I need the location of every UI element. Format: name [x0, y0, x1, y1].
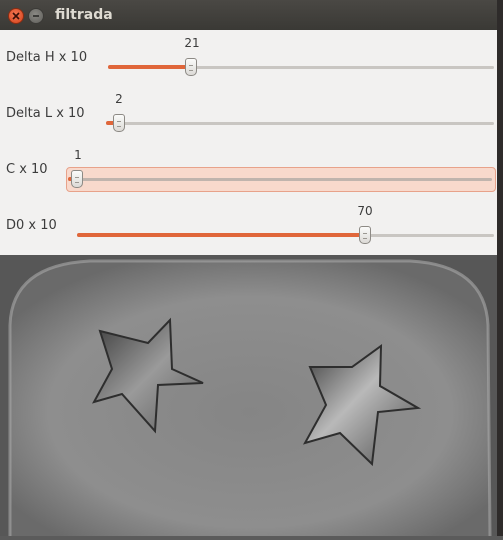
slider-thumb-delta-h[interactable] — [185, 58, 197, 76]
slider-value-delta-l: 2 — [115, 92, 123, 106]
slider-thumb-c[interactable] — [71, 170, 83, 188]
window-title: filtrada — [55, 7, 113, 23]
slider-fill-delta-h — [108, 65, 192, 69]
slider-track-c[interactable] — [68, 178, 492, 181]
slider-label-d0: D0 x 10 — [6, 218, 57, 233]
slider-value-c: 1 — [74, 148, 82, 162]
slider-track-delta-l[interactable] — [106, 122, 494, 125]
window-edge — [497, 0, 503, 536]
minimize-icon — [33, 15, 39, 17]
slider-label-delta-l: Delta L x 10 — [6, 106, 85, 121]
slider-value-delta-h: 21 — [184, 36, 200, 50]
slider-label-c: C x 10 — [6, 162, 48, 177]
close-icon — [12, 12, 20, 20]
controls-panel: Delta H x 10 21 Delta L x 10 2 C x 10 1 … — [0, 30, 503, 255]
filtered-image — [0, 255, 503, 537]
slider-thumb-d0[interactable] — [359, 226, 371, 244]
slider-label-delta-h: Delta H x 10 — [6, 50, 88, 65]
slider-thumb-delta-l[interactable] — [113, 114, 125, 132]
minimize-button[interactable] — [28, 8, 44, 24]
window-titlebar[interactable]: filtrada — [0, 0, 503, 30]
slider-value-d0: 70 — [357, 204, 373, 218]
close-button[interactable] — [8, 8, 24, 24]
slider-fill-d0 — [77, 233, 366, 237]
filtered-image-graphic — [0, 255, 503, 537]
